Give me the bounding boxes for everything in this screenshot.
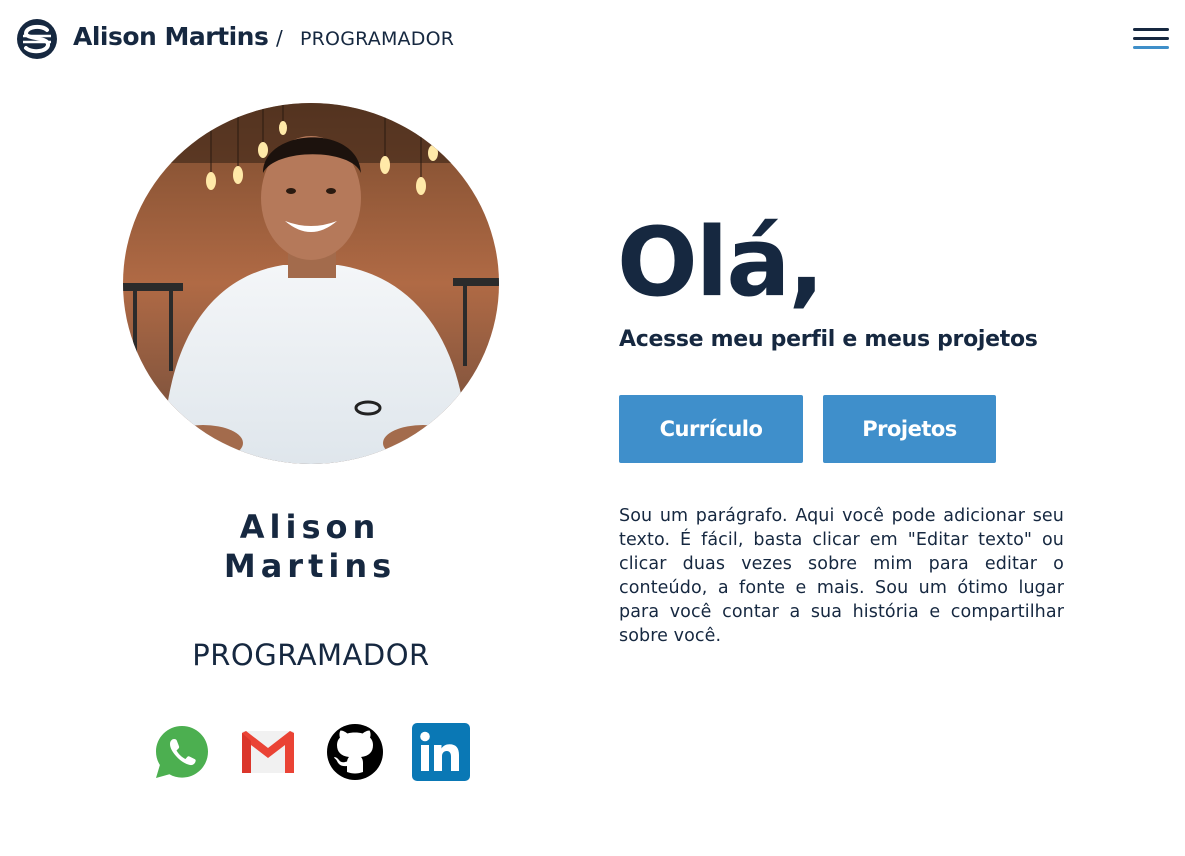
profile-name: Alison Martins	[160, 508, 460, 586]
site-logo-icon[interactable]	[17, 19, 57, 59]
whatsapp-icon[interactable]	[153, 723, 211, 781]
site-header: Alison Martins / PROGRAMADOR	[0, 0, 1185, 80]
hamburger-menu-icon[interactable]	[1133, 26, 1171, 52]
greeting-heading: Olá,	[617, 208, 825, 318]
linkedin-icon[interactable]	[412, 723, 470, 781]
profile-name-first: Alison	[239, 508, 381, 546]
header-role: PROGRAMADOR	[300, 28, 455, 50]
breadcrumb-separator: /	[276, 26, 283, 50]
hero-subtitle: Acesse meu perfil e meus projetos	[619, 327, 1038, 352]
profile-name-last: Martins	[223, 547, 397, 585]
profile-photo	[123, 103, 499, 464]
profile-role: PROGRAMADOR	[192, 638, 430, 672]
gmail-icon[interactable]	[239, 723, 297, 781]
curriculo-button[interactable]: Currículo	[619, 395, 803, 463]
intro-paragraph: Sou um parágrafo. Aqui você pode adicion…	[619, 506, 1064, 646]
github-icon[interactable]	[326, 723, 384, 781]
projetos-button[interactable]: Projetos	[823, 395, 996, 463]
site-name[interactable]: Alison Martins	[73, 22, 269, 51]
social-links	[153, 723, 473, 783]
